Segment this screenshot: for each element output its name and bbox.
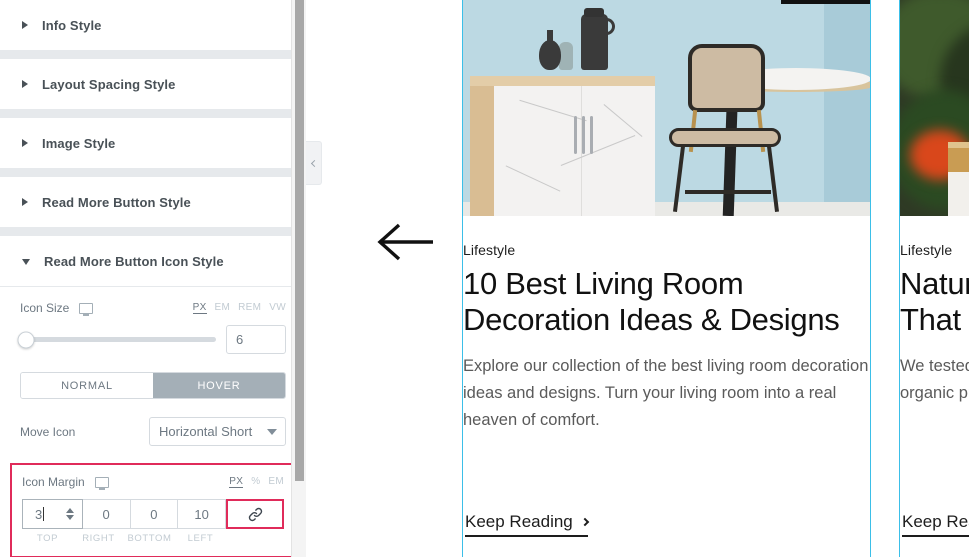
chevron-right-icon: [22, 198, 28, 206]
move-icon-label: Move Icon: [20, 424, 76, 439]
section-divider: [0, 109, 306, 118]
chevron-left-icon: [310, 159, 319, 167]
control-icon-size: Icon Size PX EM REM VW 6: [17, 287, 286, 354]
elementor-editor-screen: Info Style Layout Spacing Style Image St…: [0, 0, 969, 557]
control-icon-margin-highlighted: Icon Margin PX % EM 3 0 0 10 TOP RIGHT B…: [10, 463, 296, 557]
unit-percent[interactable]: %: [251, 476, 260, 487]
section-header-read-more-button-style[interactable]: Read More Button Style: [0, 177, 306, 227]
read-more-label: Keep Reading: [465, 512, 573, 531]
read-more-button[interactable]: Keep Reading: [902, 512, 969, 537]
label-top: TOP: [36, 533, 59, 544]
icon-margin-label: Icon Margin: [22, 475, 85, 489]
post-excerpt: Explore our collection of the best livin…: [463, 357, 869, 429]
living-room-image: [463, 0, 870, 216]
section-title: Image Style: [42, 135, 116, 151]
widget-settings-panel: Info Style Layout Spacing Style Image St…: [0, 0, 306, 557]
link-values-toggle-button[interactable]: [226, 499, 284, 529]
section-title: Read More Button Icon Style: [44, 253, 224, 269]
posts-grid: Lifestyle 10 Best Living Room Decoration…: [462, 0, 969, 557]
left-arrow-annotation-icon: [377, 223, 433, 261]
preview-canvas: Lifestyle 10 Best Living Room Decoration…: [322, 0, 969, 557]
label-spacer: [226, 533, 284, 544]
section-title: Read More Button Style: [42, 194, 191, 210]
post-content: Lifestyle Natural Skin Tips For Skin Tha…: [900, 216, 969, 407]
chevron-down-icon: [22, 259, 30, 265]
chevron-right-icon: [580, 517, 590, 526]
icon-size-unit-switcher: PX EM REM VW: [192, 302, 286, 314]
unit-em[interactable]: EM: [215, 302, 231, 313]
icon-size-slider-handle[interactable]: [17, 331, 35, 348]
stepper-down-icon[interactable]: [65, 515, 74, 520]
move-icon-select[interactable]: Horizontal Short: [149, 417, 286, 446]
unit-vw[interactable]: VW: [269, 302, 286, 313]
post-content: Lifestyle 10 Best Living Room Decoration…: [463, 216, 870, 433]
section-divider: [0, 227, 306, 236]
post-card[interactable]: Lifestyle Natural Skin Tips For Skin Tha…: [899, 0, 969, 557]
unit-em[interactable]: EM: [268, 476, 284, 487]
icon-margin-top-value: 3: [35, 506, 43, 522]
icon-margin-inputs: 3 0 0 10: [22, 499, 284, 529]
move-icon-selected-value: Horizontal Short: [159, 424, 253, 439]
post-thumbnail[interactable]: [900, 0, 969, 216]
section-header-read-more-button-icon-style[interactable]: Read More Button Icon Style: [0, 236, 306, 286]
icon-margin-side-labels: TOP RIGHT BOTTOM LEFT: [22, 533, 284, 544]
section-title: Layout Spacing Style: [42, 76, 176, 92]
tab-normal[interactable]: NORMAL: [21, 373, 153, 398]
desktop-icon[interactable]: [94, 476, 109, 490]
section-content-read-more-button-icon-style: Icon Size PX EM REM VW 6 NORMAL HOVER Mo…: [0, 287, 306, 446]
post-thumbnail[interactable]: [463, 0, 870, 216]
post-title[interactable]: Natural Skin Tips For Skin That Glows: [900, 266, 969, 337]
icon-size-slider-track[interactable]: [17, 331, 216, 348]
collapse-panel-button[interactable]: [306, 141, 322, 185]
cut-off-toolbar-strip: [781, 0, 870, 4]
label-bottom: BOTTOM: [127, 533, 172, 544]
unit-px[interactable]: PX: [229, 476, 244, 488]
tab-hover[interactable]: HOVER: [153, 373, 285, 398]
number-stepper[interactable]: [65, 508, 74, 520]
control-move-icon: Move Icon Horizontal Short: [20, 417, 286, 446]
icon-margin-bottom-input[interactable]: 0: [130, 499, 179, 529]
read-more-button[interactable]: Keep Reading: [465, 512, 590, 537]
section-title: Info Style: [42, 17, 102, 33]
unit-rem[interactable]: REM: [238, 302, 261, 313]
desktop-icon[interactable]: [79, 302, 94, 316]
post-excerpt: We tested and reviewed the best natural,…: [900, 357, 969, 402]
unit-px[interactable]: PX: [192, 302, 207, 314]
state-tabs: NORMAL HOVER: [20, 372, 286, 399]
chevron-right-icon: [22, 21, 28, 29]
icon-margin-top-input[interactable]: 3: [22, 499, 83, 529]
chevron-right-icon: [22, 80, 28, 88]
panel-scrollbar[interactable]: [291, 0, 306, 557]
post-card[interactable]: Lifestyle 10 Best Living Room Decoration…: [462, 0, 871, 557]
icon-margin-unit-switcher: PX % EM: [229, 476, 284, 488]
label-left: LEFT: [187, 533, 214, 544]
skincare-image: [900, 0, 969, 216]
post-category[interactable]: Lifestyle: [900, 242, 969, 258]
chevron-right-icon: [22, 139, 28, 147]
section-divider: [0, 168, 306, 177]
section-header-image-style[interactable]: Image Style: [0, 118, 306, 168]
section-divider: [0, 50, 306, 59]
text-cursor: [43, 507, 45, 521]
section-header-info-style[interactable]: Info Style: [0, 0, 306, 50]
link-icon: [248, 507, 262, 521]
chevron-down-icon: [267, 428, 277, 435]
section-header-layout-spacing-style[interactable]: Layout Spacing Style: [0, 59, 306, 109]
icon-size-input[interactable]: 6: [226, 325, 286, 354]
icon-margin-left-input[interactable]: 10: [178, 499, 226, 529]
label-right: RIGHT: [82, 533, 115, 544]
post-title[interactable]: 10 Best Living Room Decoration Ideas & D…: [463, 266, 870, 337]
icon-size-label: Icon Size: [20, 301, 70, 315]
icon-margin-right-input[interactable]: 0: [82, 499, 131, 529]
post-category[interactable]: Lifestyle: [463, 242, 870, 258]
read-more-label: Keep Reading: [902, 512, 969, 531]
stepper-up-icon[interactable]: [65, 508, 74, 513]
panel-scrollbar-thumb[interactable]: [295, 0, 304, 481]
